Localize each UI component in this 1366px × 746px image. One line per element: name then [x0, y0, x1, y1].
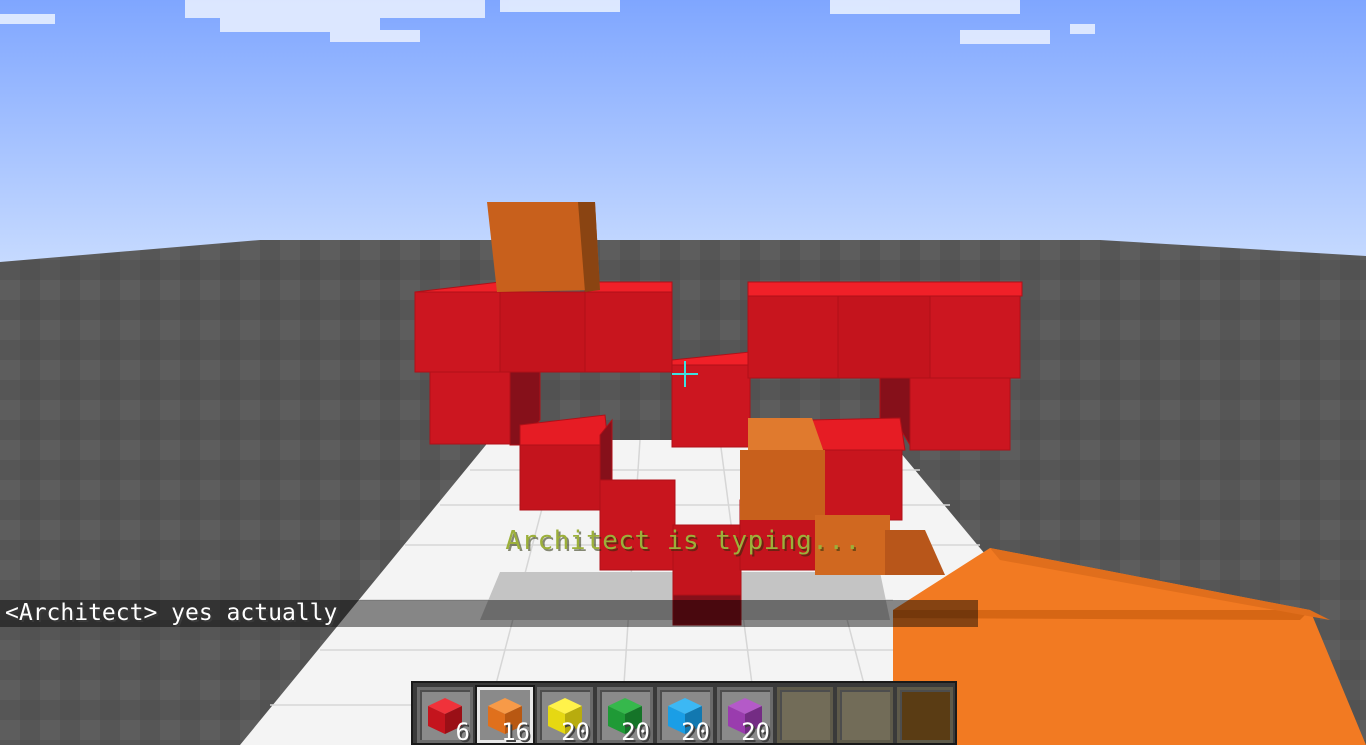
- item-count: 20: [561, 718, 590, 746]
- sky: [0, 0, 1366, 262]
- hotbar-slot-yellow-block[interactable]: 20: [537, 687, 593, 746]
- hotbar-slot-blue-block[interactable]: 20: [657, 687, 713, 746]
- hotbar-slot-orange-block[interactable]: 16: [477, 687, 533, 746]
- item-count: 20: [621, 718, 650, 746]
- item-count: 16: [501, 718, 530, 746]
- crosshair-icon: [672, 361, 698, 387]
- typing-indicator: Architect is typing...: [505, 526, 861, 556]
- hotbar-slot-empty-7[interactable]: [777, 687, 833, 743]
- item-count: 6: [455, 718, 470, 746]
- hotbar-slot-green-block[interactable]: 20: [597, 687, 653, 746]
- item-count: 20: [681, 718, 710, 746]
- hotbar-slot-red-block[interactable]: 6: [417, 687, 473, 746]
- item-count: 20: [741, 718, 770, 746]
- chat-message-text: <Architect> yes actually: [5, 600, 338, 626]
- hotbar-slot-purple-block[interactable]: 20: [717, 687, 773, 746]
- hotbar: 6 16 20 20 20 20: [411, 681, 957, 746]
- hotbar-slot-empty-8[interactable]: [837, 687, 893, 743]
- hotbar-slot-empty-9[interactable]: [897, 687, 953, 743]
- chat-message: <Architect> yes actually: [0, 600, 978, 627]
